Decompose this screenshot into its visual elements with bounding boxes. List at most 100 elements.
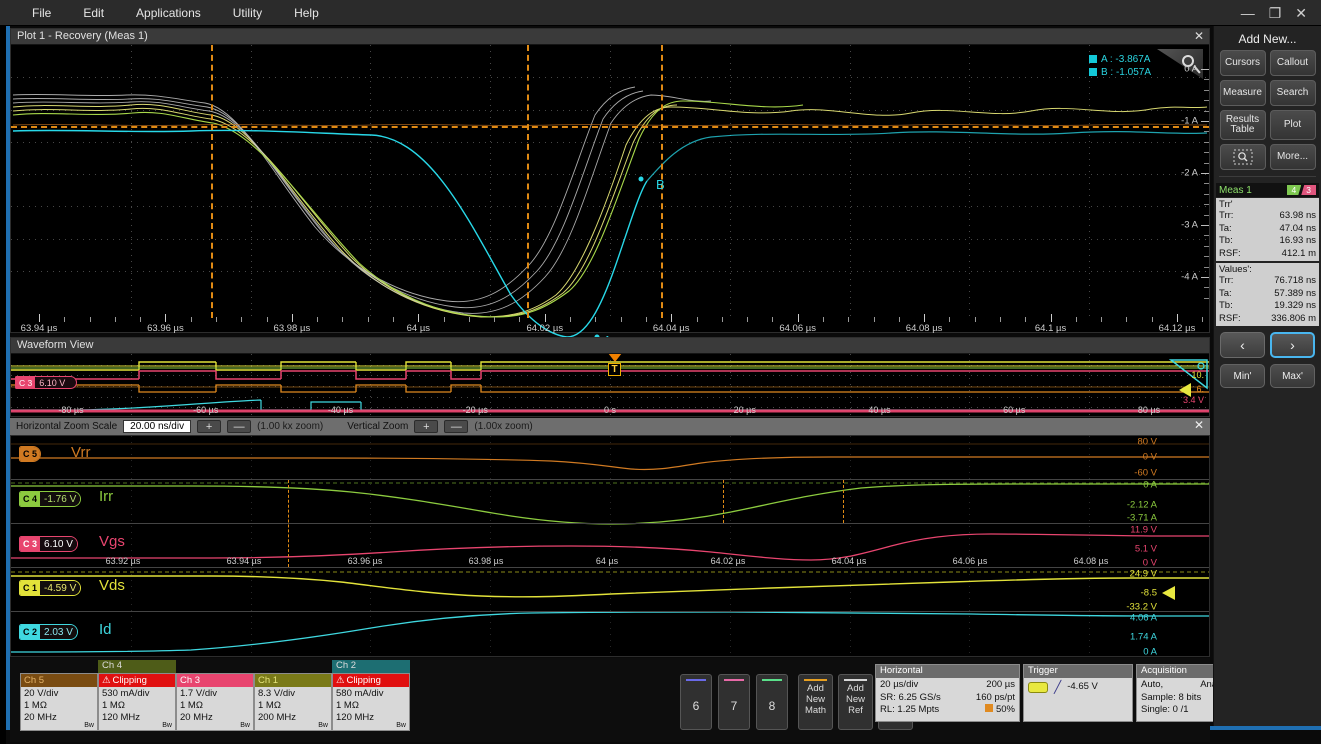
zoom-cursor-2[interactable] <box>723 480 724 523</box>
trigger-settings-tile[interactable]: Trigger ╱ -4.65 V <box>1023 664 1133 722</box>
menu-item-edit[interactable]: Edit <box>69 2 118 24</box>
add-visual-trigger-button[interactable] <box>1219 144 1266 170</box>
vds-level-marker-icon[interactable] <box>1162 586 1175 600</box>
zoom-badge-c4[interactable]: C 4 -1.76 V <box>19 491 82 507</box>
channel-scale: 20 V/div <box>24 688 59 699</box>
add-cursors-button[interactable]: Cursors <box>1219 50 1266 76</box>
waveform-view-canvas[interactable]: C 3 6.10 V T 10. 6. 3.4 V -80 µs -60 µs -4… <box>11 354 1209 416</box>
overview-channel-badge-c3[interactable]: C 3 6.10 V <box>15 376 78 389</box>
channel-button-6[interactable]: 6 <box>680 674 712 730</box>
zoom-badge-c5[interactable]: C 5 <box>19 446 42 462</box>
close-icon[interactable]: ✕ <box>1295 6 1307 20</box>
channel-tab[interactable]: Ch 2 <box>332 660 410 673</box>
level-marker-icon[interactable] <box>1179 383 1191 397</box>
zoom-x-tick-label: 63.98 µs <box>468 556 504 566</box>
plot1-y-minor-tick <box>1204 89 1209 91</box>
add-callout-button[interactable]: Callout <box>1269 50 1316 76</box>
vertical-cursor-1[interactable] <box>211 45 213 318</box>
channel-button-7[interactable]: 7 <box>718 674 750 730</box>
clipping-warning-icon: ⚠ <box>102 675 111 686</box>
zoom-close-icon[interactable]: ✕ <box>1194 418 1204 432</box>
menu-item-applications[interactable]: Applications <box>122 2 215 24</box>
channel-tile[interactable]: Ch 5 20 V/div 1 MΩ 20 MHz Bw <box>20 673 98 731</box>
channel-scale: 580 mA/div <box>336 688 384 699</box>
plot1-x-tick <box>544 314 546 322</box>
plot1-x-tick-label: 64 µs <box>406 323 431 334</box>
position-icon <box>984 704 993 712</box>
values-trr-value: 76.718 ns <box>1274 275 1316 286</box>
add-tile-label-0: Add <box>807 683 824 694</box>
channel-tile[interactable]: ⚠ Clipping 580 mA/div 1 MΩ 120 MHz Bw <box>332 673 410 731</box>
zoom-badge-c3-channel: C 3 <box>20 537 41 551</box>
horizontal-settings-tile[interactable]: Horizontal 20 µs/div 200 µs SR: 6.25 GS/… <box>875 664 1020 722</box>
zoom-badge-c2[interactable]: C 2 2.03 V <box>19 624 78 640</box>
horizontal-zoom-minus-button[interactable]: — <box>227 420 252 433</box>
cursor-label-b: B <box>656 177 665 192</box>
channel-button-8[interactable]: 8 <box>756 674 788 730</box>
menu-item-utility[interactable]: Utility <box>219 2 276 24</box>
meas-next-button[interactable]: › <box>1270 332 1315 358</box>
meas-prev-button[interactable]: ‹ <box>1220 332 1265 358</box>
zoom-cursor-3[interactable] <box>843 480 844 523</box>
bandwidth-icon: Bw <box>162 722 172 729</box>
channel-tile-header: Ch 5 <box>24 675 45 686</box>
channel-tile[interactable]: ⚠ Clipping 530 mA/div 1 MΩ 120 MHz Bw <box>98 673 176 731</box>
zoom-badge-c3[interactable]: C 3 6.10 V <box>19 536 78 552</box>
channel-tile[interactable]: Ch 1 8.3 V/div 1 MΩ 200 MHz Bw <box>254 673 332 731</box>
add-plot-button[interactable]: Plot <box>1269 110 1316 140</box>
overview-x-tick-label: -60 µs <box>193 405 219 415</box>
add-new-math-button[interactable]: Add New Math <box>798 674 833 730</box>
plot1-x-minor-tick <box>367 317 369 322</box>
horizontal-cursor[interactable] <box>11 126 1209 128</box>
add-more-button[interactable]: More... <box>1269 144 1316 170</box>
menu-item-help[interactable]: Help <box>280 2 333 24</box>
vertical-cursor-2[interactable] <box>527 45 529 318</box>
overview-x-tick-label: -80 µs <box>58 405 84 415</box>
add-results-table-button[interactable]: Results Table <box>1219 110 1266 140</box>
plot1-y-tick <box>1201 69 1209 70</box>
plot1-x-tick-label: 64.08 µs <box>905 323 943 334</box>
minimize-icon[interactable]: — <box>1241 6 1255 20</box>
plot1-canvas[interactable]: B A A : -3.867A B : -1.057A 0 A-1 A-2 A-… <box>11 45 1209 348</box>
plot1-close-icon[interactable]: ✕ <box>1194 29 1204 43</box>
add-search-button[interactable]: Search <box>1269 80 1316 106</box>
trigger-marker[interactable]: T <box>608 363 621 376</box>
plot1-panel: Plot 1 - Recovery (Meas 1) ✕ B A: -3.86… <box>10 28 1210 348</box>
zoom-cursor-1[interactable] <box>288 480 289 567</box>
plot1-x-minor-tick <box>595 317 597 322</box>
plot1-y-minor-tick <box>1204 214 1209 216</box>
menu-item-file[interactable]: File <box>18 2 65 24</box>
channel-tile-header: Clipping <box>346 675 381 686</box>
zoom-label-vrr: Vrr <box>71 444 91 461</box>
overview-label-1: 10. <box>1191 370 1204 380</box>
horizontal-resolution: 160 ps/pt <box>975 691 1015 703</box>
add-new-ref-button[interactable]: Add New Ref <box>838 674 873 730</box>
meas-header[interactable]: Meas 1 4 3 <box>1216 183 1319 197</box>
channel-tab[interactable]: Ch 4 <box>98 660 176 673</box>
vertical-zoom-minus-button[interactable]: — <box>444 420 469 433</box>
channel-tile[interactable]: Ch 3 1.7 V/div 1 MΩ 20 MHz Bw <box>176 673 254 731</box>
restore-icon[interactable]: ❐ <box>1269 6 1282 20</box>
meas-min-button[interactable]: Min' <box>1220 364 1265 388</box>
plot1-x-minor-tick <box>999 317 1001 322</box>
channel-number: 7 <box>730 699 738 713</box>
horizontal-zoom-plus-button[interactable]: + <box>197 420 222 433</box>
cursor-b-swatch <box>1088 68 1097 76</box>
trigger-source-icon[interactable] <box>1028 681 1048 693</box>
meas-max-button[interactable]: Max' <box>1270 364 1315 388</box>
add-measure-button[interactable]: Measure <box>1219 80 1266 106</box>
plot1-x-minor-tick <box>190 317 192 322</box>
plot1-x-minor-tick <box>266 317 268 322</box>
plot1-x-tick-label: 64.04 µs <box>652 323 690 334</box>
horizontal-zoom-scale-input[interactable]: 20.00 ns/div <box>123 420 192 433</box>
vertical-zoom-plus-button[interactable]: + <box>414 420 439 433</box>
zoom-waveform-area[interactable]: C 5 Vrr C 4 -1.76 V Irr C 3 6.10 V Vgs C… <box>10 435 1210 657</box>
plot1-title-bar: Plot 1 - Recovery (Meas 1) ✕ <box>11 29 1209 45</box>
zoom-toolbar: Horizontal Zoom Scale 20.00 ns/div + — (… <box>10 418 1210 435</box>
meas-rsf-key: RSF: <box>1219 247 1241 259</box>
acquisition-mode: Auto, <box>1141 679 1164 690</box>
plot1-x-tick <box>1050 314 1052 322</box>
zoom-badge-c1[interactable]: C 1 -4.59 V <box>19 580 82 596</box>
trigger-title: Trigger <box>1024 665 1132 678</box>
vertical-zoom-factor: (1.00x zoom) <box>474 421 533 432</box>
